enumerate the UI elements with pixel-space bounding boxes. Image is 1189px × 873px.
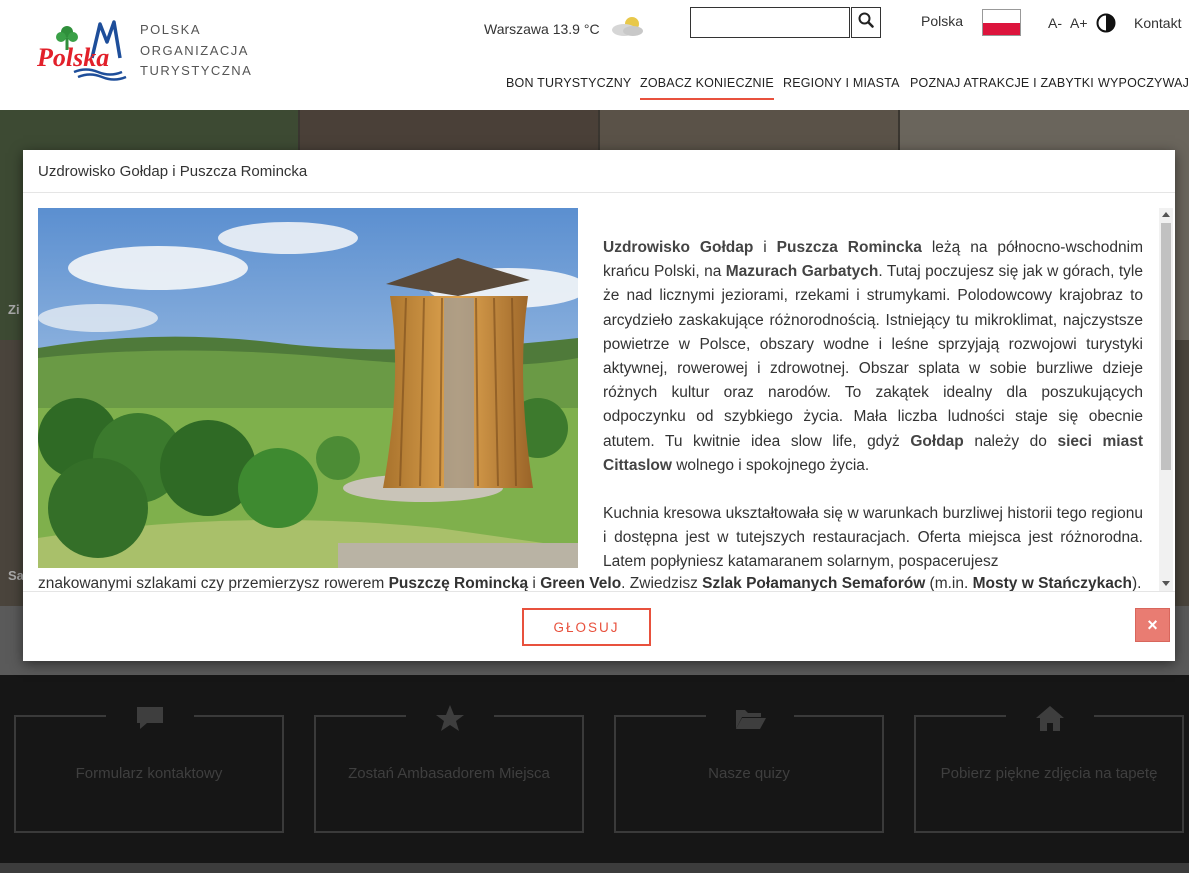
- background-card-label: Sa: [8, 568, 24, 583]
- weather-text: Warszawa 13.9 °C: [484, 20, 600, 37]
- bold-phrase: Green Velo: [540, 575, 622, 592]
- language-selector[interactable]: Polska: [921, 13, 963, 29]
- weather-widget: Warszawa 13.9 °C: [484, 14, 648, 43]
- partly-cloudy-icon: [606, 14, 648, 43]
- search-field[interactable]: [690, 7, 850, 38]
- footer-bottom-bar: [0, 863, 1189, 873]
- modal-scrollbar[interactable]: [1159, 208, 1173, 591]
- text-run: ).: [1131, 575, 1142, 592]
- modal-title: Uzdrowisko Gołdap i Puszcza Romincka: [38, 163, 308, 180]
- description-paragraph-2-continued: znakowanymi szlakami czy przemierzysz ro…: [38, 572, 1143, 592]
- search-icon: [858, 12, 874, 33]
- svg-text:Polska: Polska: [36, 43, 109, 72]
- scrollbar-thumb[interactable]: [1161, 223, 1171, 470]
- contrast-toggle-icon[interactable]: [1096, 13, 1116, 33]
- bold-phrase: Gołdap: [910, 432, 964, 450]
- main-navigation: BON TURYSTYCZNY ZOBACZ KONIECZNIE REGION…: [0, 76, 1189, 100]
- text-run: i: [753, 239, 777, 256]
- organization-name: POLSKA ORGANIZACJA TURYSTYCZNA: [140, 20, 252, 82]
- text-run: znakowanymi szlakami czy przemierzysz ro…: [38, 575, 389, 592]
- background-card-label: Zi: [8, 302, 20, 317]
- text-run: . Tutaj poczujesz się jak w górach, tyle…: [603, 263, 1143, 450]
- text-run: . Zwiedzisz: [621, 575, 703, 592]
- text-run: wolnego i spokojnego życia.: [671, 456, 870, 474]
- font-smaller-button[interactable]: A-: [1048, 15, 1062, 31]
- modal-body[interactable]: Uzdrowisko Gołdap i Puszcza Romincka leż…: [23, 193, 1175, 592]
- observation-tower-photo: [38, 208, 588, 568]
- text-run: (m.in.: [925, 575, 973, 592]
- footer-box-quizzes[interactable]: Nasze quizy: [614, 710, 884, 833]
- description-text: Uzdrowisko Gołdap i Puszcza Romincka leż…: [603, 236, 1143, 575]
- footer-box-label: Nasze quizy: [708, 765, 790, 782]
- font-bigger-button[interactable]: A+: [1070, 15, 1088, 31]
- text-run: należy do: [963, 432, 1058, 450]
- footer-box-ambassador[interactable]: Zostań Ambasadorem Miejsca: [314, 705, 584, 833]
- org-line-2: ORGANIZACJA: [140, 42, 249, 58]
- footer-box-label: Formularz kontaktowy: [75, 765, 223, 782]
- bold-phrase: Puszcza Romincka: [776, 239, 922, 256]
- bold-phrase: Mazurach Garbatych: [725, 263, 879, 281]
- folder-open-icon: [733, 703, 767, 733]
- org-line-1: POLSKA: [140, 22, 202, 37]
- modal-header: Uzdrowisko Gołdap i Puszcza Romincka: [23, 150, 1175, 193]
- bold-phrase: Puszczę Romincką: [388, 575, 529, 592]
- nav-item-bon-turystyczny[interactable]: BON TURYSTYCZNY: [506, 76, 631, 100]
- bold-phrase: Uzdrowisko Gołdap: [603, 239, 754, 256]
- footer-box-wallpapers[interactable]: Pobierz piękne zdjęcia na tapetę: [914, 706, 1184, 833]
- description-paragraph-2: Kuchnia kresowa ukształtowała się w waru…: [603, 505, 1143, 571]
- footer-box-contact-form[interactable]: Formularz kontaktowy: [14, 707, 284, 833]
- bold-phrase: Mosty w Stańczykach: [972, 575, 1132, 592]
- footer-box-label: Zostań Ambasadorem Miejsca: [348, 765, 550, 782]
- search-input[interactable]: [691, 8, 849, 37]
- bold-phrase: Szlak Połamanych Semaforów: [702, 575, 926, 592]
- attraction-modal: Uzdrowisko Gołdap i Puszcza Romincka Uzd…: [23, 150, 1175, 661]
- search-button[interactable]: [851, 7, 881, 38]
- nav-item-wypoczywaj[interactable]: WYPOCZYWAJ: [1098, 76, 1189, 100]
- home-icon: [1033, 703, 1067, 733]
- nav-item-regiony-i-miasta[interactable]: REGIONY I MIASTA: [783, 76, 900, 100]
- vote-button[interactable]: GŁOSUJ: [522, 608, 651, 646]
- comment-icon: [133, 703, 167, 733]
- text-run: i: [528, 575, 541, 592]
- footer-box-label: Pobierz piękne zdjęcia na tapetę: [940, 765, 1158, 782]
- close-icon: ×: [1147, 614, 1158, 635]
- description-paragraph-1: Uzdrowisko Gołdap i Puszcza Romincka leż…: [603, 236, 1143, 478]
- scroll-down-arrow-icon[interactable]: [1162, 581, 1170, 586]
- star-icon: [433, 703, 467, 733]
- nav-item-zobacz-koniecznie[interactable]: ZOBACZ KONIECZNIE: [640, 76, 774, 100]
- polska-logo[interactable]: Polska: [34, 18, 129, 82]
- contact-link[interactable]: Kontakt: [1134, 15, 1181, 31]
- nav-item-poznaj-atrakcje[interactable]: POZNAJ ATRAKCJE I ZABYTKI: [910, 76, 1094, 100]
- scroll-up-arrow-icon[interactable]: [1162, 212, 1170, 217]
- close-modal-button[interactable]: ×: [1135, 608, 1170, 642]
- site-header: Polska POLSKA ORGANIZACJA TURYSTYCZNA Wa…: [0, 0, 1189, 110]
- poland-flag-icon[interactable]: [982, 9, 1021, 36]
